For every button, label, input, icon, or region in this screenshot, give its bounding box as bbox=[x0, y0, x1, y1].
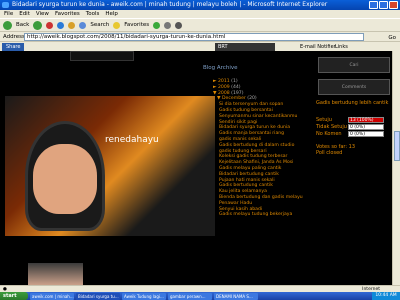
menu-edit[interactable]: Edit bbox=[19, 10, 30, 18]
forward-arrow-icon[interactable] bbox=[33, 20, 43, 30]
taskbar-item[interactable]: gambar perawn... bbox=[168, 292, 212, 300]
vertical-scrollbar[interactable] bbox=[392, 51, 400, 285]
window-controls bbox=[369, 1, 398, 9]
sidebar-widget-1[interactable]: Cari bbox=[318, 57, 390, 73]
page-content: renedahayu Blog Archive ► 2011 (1) ► 200… bbox=[0, 51, 392, 285]
system-clock: 10:44 AM bbox=[372, 292, 400, 300]
status-bar: ● Internet bbox=[0, 285, 400, 292]
favorites-star-icon[interactable] bbox=[113, 21, 121, 29]
search-button-label[interactable]: Search bbox=[90, 22, 109, 28]
taskbar-item[interactable]: aweik.com | minah... bbox=[30, 292, 74, 300]
poll-results: Setuju 13 (100%) Tidak Setuju 0 (0%) No … bbox=[316, 116, 390, 137]
menu-bar: File Edit View Favorites Tools Help bbox=[0, 10, 400, 18]
print-icon[interactable] bbox=[175, 21, 183, 29]
address-input[interactable]: http://aweik.blogspot.com/2008/11/bidada… bbox=[24, 33, 364, 41]
poll-status: Poll closed bbox=[316, 150, 343, 156]
menu-file[interactable]: File bbox=[4, 10, 13, 18]
menu-tools[interactable]: Tools bbox=[86, 10, 100, 18]
ie-icon bbox=[2, 2, 9, 8]
refresh-icon[interactable] bbox=[57, 21, 65, 29]
toolbar: Back Search Favorites bbox=[0, 18, 400, 31]
poll-option-bar: 0 (0%) bbox=[348, 123, 384, 130]
profile-photo bbox=[5, 96, 215, 236]
window-title: Bidadari syurga turun ke dunia - aweik.c… bbox=[12, 1, 328, 8]
menu-help[interactable]: Help bbox=[105, 10, 118, 18]
start-button[interactable]: start bbox=[0, 292, 28, 300]
poll-option-bar: 0 (0%) bbox=[348, 130, 384, 137]
window-titlebar: Bidadari syurga turun ke dunia - aweik.c… bbox=[0, 0, 400, 10]
back-button-label[interactable]: Back bbox=[16, 22, 29, 28]
blog-archive-title: Blog Archive bbox=[203, 65, 238, 71]
poll-option-label: Tidak Setuju bbox=[316, 123, 347, 130]
poll-option: No Komen 0 (0%) bbox=[316, 130, 390, 137]
favorites-button-label[interactable]: Favorites bbox=[124, 22, 149, 28]
secondary-photo bbox=[28, 263, 83, 285]
toolbar-widget[interactable]: BRT bbox=[215, 43, 275, 51]
poll-option: Setuju 13 (100%) bbox=[316, 116, 390, 123]
links-bar: Share BRT E-mail Notifier Links bbox=[0, 41, 400, 51]
taskbar-item[interactable]: DENAMI NAMA S... bbox=[214, 292, 258, 300]
stop-icon[interactable] bbox=[46, 21, 54, 29]
poll-title: Gadis bertudung lebih cantik bbox=[316, 100, 389, 106]
face-shape bbox=[33, 144, 97, 214]
address-bar: Address http://aweik.blogspot.com/2008/1… bbox=[0, 31, 400, 41]
poll-option-label: No Komen bbox=[316, 130, 342, 137]
back-arrow-icon[interactable] bbox=[3, 20, 12, 30]
close-button[interactable] bbox=[389, 1, 398, 9]
search-icon[interactable] bbox=[79, 21, 87, 29]
poll-option-label: Setuju bbox=[316, 116, 332, 123]
sidebar-widget-2[interactable]: Comments bbox=[318, 79, 390, 95]
poll-summary: Votes so far: 13 Poll closed bbox=[316, 144, 355, 156]
archive-post-link[interactable]: Bienda bertudung dan gadis melayu bbox=[213, 195, 313, 201]
share-button[interactable]: Share bbox=[2, 43, 25, 51]
taskbar-item[interactable]: Bidadari syurga tu... bbox=[76, 292, 120, 300]
mail-icon[interactable] bbox=[164, 21, 172, 29]
menu-view[interactable]: View bbox=[36, 10, 49, 18]
header-widget bbox=[70, 51, 134, 61]
blog-archive-list: ► 2011 (1) ► 2009 (44) ▼ 2008 (197) ▼ De… bbox=[213, 79, 313, 218]
scrollbar-thumb[interactable] bbox=[394, 131, 400, 161]
home-icon[interactable] bbox=[68, 21, 76, 29]
archive-post-link[interactable]: Gadis melayu tudung bekerjaya bbox=[213, 212, 313, 218]
menu-favorites[interactable]: Favorites bbox=[55, 10, 80, 18]
history-icon[interactable] bbox=[153, 21, 161, 29]
poll-option: Tidak Setuju 0 (0%) bbox=[316, 123, 390, 130]
taskbar: start aweik.com | minah... Bidadari syur… bbox=[0, 292, 400, 300]
minimize-button[interactable] bbox=[369, 1, 378, 9]
poll-option-bar: 13 (100%) bbox=[348, 116, 384, 123]
maximize-button[interactable] bbox=[379, 1, 388, 9]
profile-name: renedahayu bbox=[105, 135, 159, 145]
taskbar-item[interactable]: Aweik Tudung lagi... bbox=[122, 292, 166, 300]
